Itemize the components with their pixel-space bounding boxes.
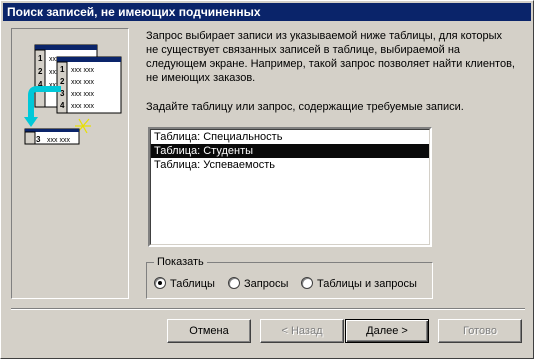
- svg-text:xxx xxx: xxx xxx: [71, 91, 94, 98]
- show-group-legend: Показать: [154, 255, 207, 269]
- list-item-uspevaemost[interactable]: Таблица: Успеваемость: [151, 158, 429, 172]
- table-listbox[interactable]: Таблица: Специальность Таблица: Студенты…: [148, 127, 432, 247]
- radio-dot-icon: [228, 277, 240, 289]
- radio-tables-label: Таблицы: [170, 278, 215, 290]
- list-item-studenty[interactable]: Таблица: Студенты: [151, 144, 429, 158]
- finish-button[interactable]: Готово: [438, 319, 522, 343]
- window-title: Поиск записей, не имеющих подчиненных: [3, 3, 531, 21]
- radio-queries[interactable]: Запросы: [228, 277, 288, 291]
- wizard-window: Поиск записей, не имеющих подчиненных 1 …: [0, 0, 534, 359]
- svg-text:xxx xxx: xxx xxx: [71, 79, 94, 86]
- radio-dot-icon: [154, 277, 166, 289]
- svg-text:3: 3: [36, 135, 41, 144]
- back-button[interactable]: < Назад: [260, 319, 344, 343]
- radio-dot-icon: [301, 277, 313, 289]
- svg-text:xxx xxx: xxx xxx: [71, 103, 94, 110]
- list-item-specialnost[interactable]: Таблица: Специальность: [151, 130, 429, 144]
- svg-text:2: 2: [38, 67, 43, 76]
- table-prompt: Задайте таблицу или запрос, содержащие т…: [146, 101, 464, 113]
- next-button[interactable]: Далее >: [345, 319, 429, 343]
- svg-text:4: 4: [60, 101, 65, 110]
- wizard-description: Запрос выбирает записи из указываемой ни…: [146, 30, 515, 84]
- cancel-button[interactable]: Отмена: [167, 319, 251, 343]
- button-divider: [11, 308, 525, 310]
- svg-text:1: 1: [60, 65, 65, 74]
- svg-text:xxx xxx: xxx xxx: [71, 67, 94, 74]
- svg-text:1: 1: [38, 54, 43, 63]
- find-unmatched-illustration: 1 xxx xxx 2 xxx xxx 4 xxx xxx 1 xxx xxx …: [24, 44, 122, 145]
- radio-tables[interactable]: Таблицы: [154, 277, 215, 291]
- svg-text:xxx xxx: xxx xxx: [47, 137, 70, 144]
- radio-both[interactable]: Таблицы и запросы: [301, 277, 417, 291]
- radio-queries-label: Запросы: [244, 278, 289, 290]
- svg-text:2: 2: [60, 77, 65, 86]
- radio-both-label: Таблицы и запросы: [317, 278, 417, 290]
